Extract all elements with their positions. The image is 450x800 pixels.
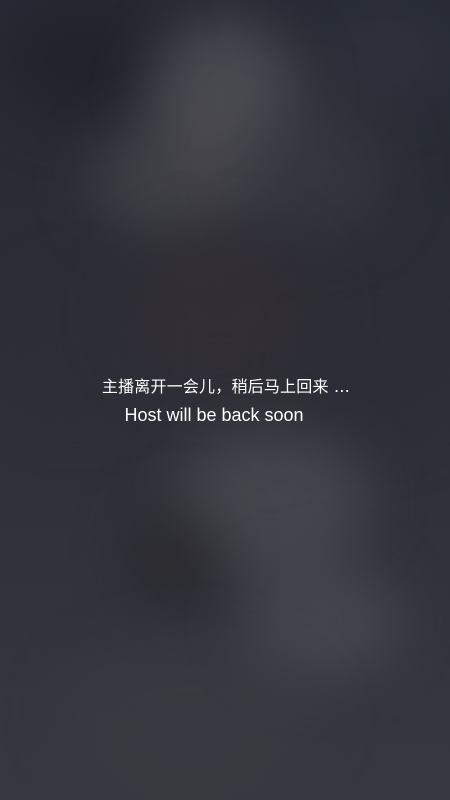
live-stream-screen: 主播离开一会儿，稍后马上回来 … Host will be back soon [0,0,450,800]
host-away-message: 主播离开一会儿，稍后马上回来 … Host will be back soon [0,376,450,426]
host-away-text-english: Host will be back soon [124,405,304,425]
host-away-text-chinese: 主播离开一会儿，稍后马上回来 … [101,377,351,396]
